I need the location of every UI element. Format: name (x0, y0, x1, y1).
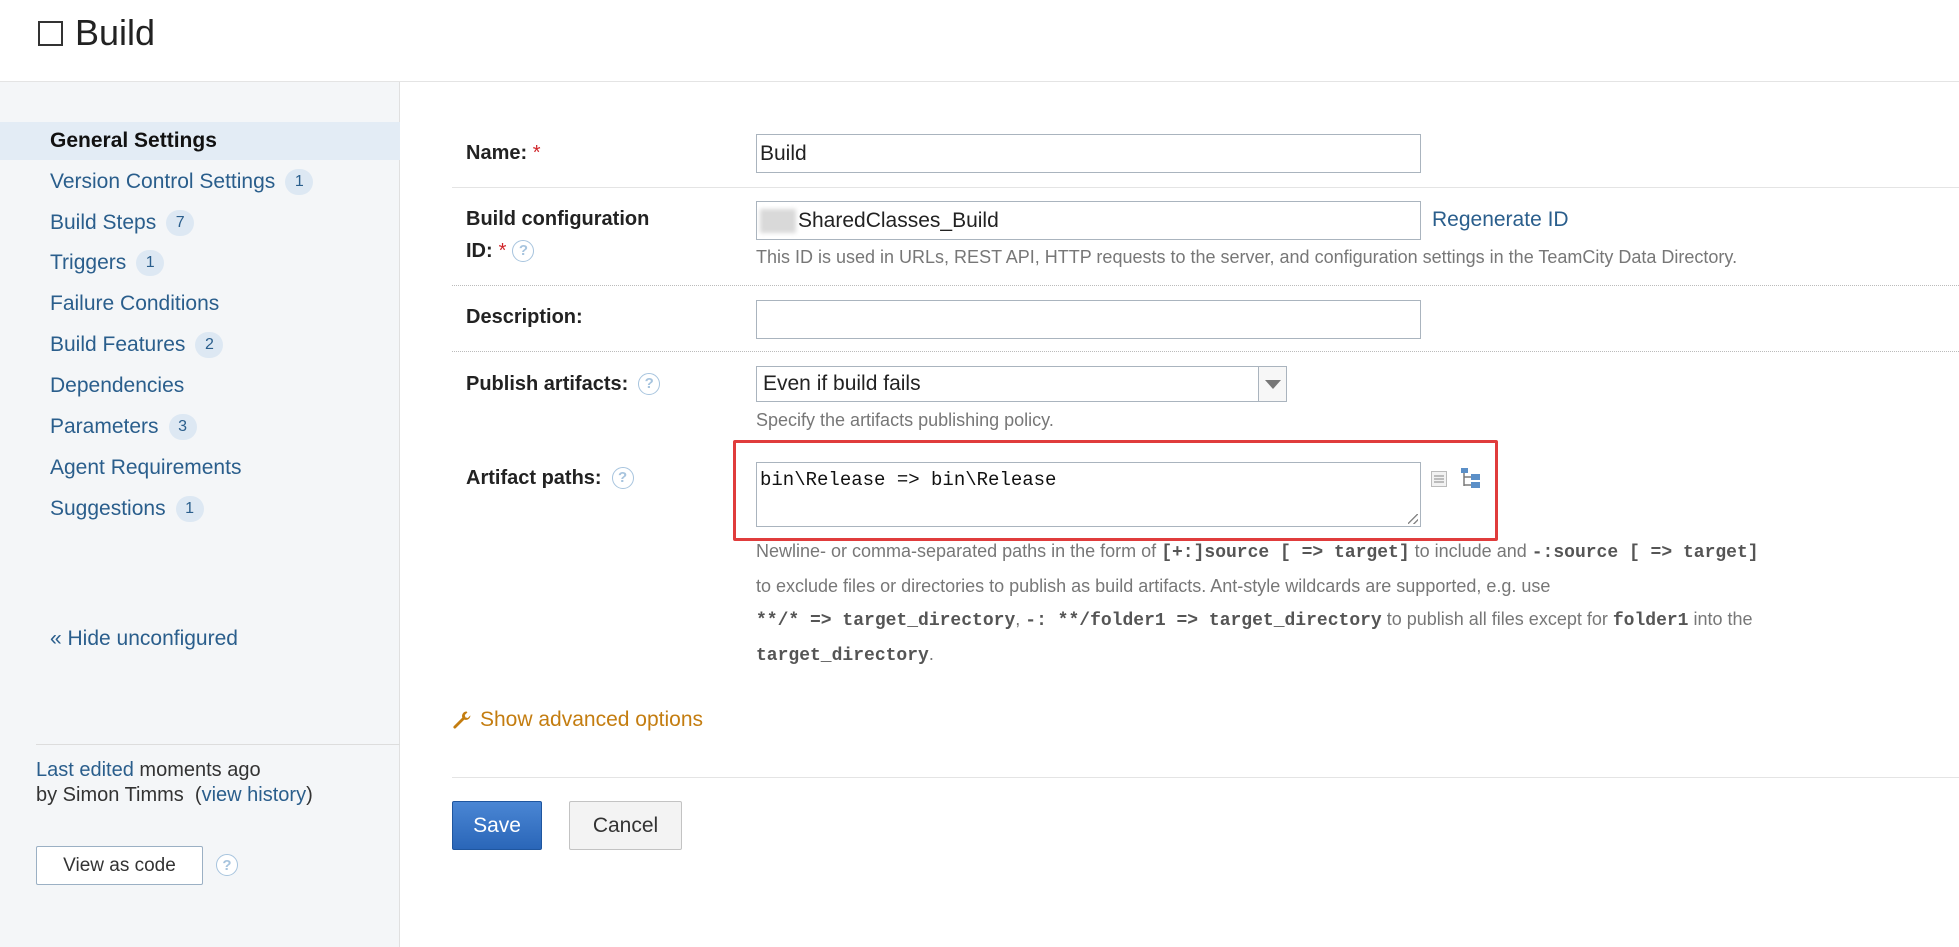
sidebar-item-suggestions[interactable]: Suggestions 1 (0, 490, 400, 528)
last-edited-by: by Simon Timms (36, 784, 184, 806)
last-edited-time: moments ago (133, 759, 261, 781)
count-badge: 1 (285, 169, 314, 195)
required-marker: * (498, 240, 507, 262)
publish-artifacts-label: Publish artifacts: ? (466, 368, 661, 400)
tree-browse-icon[interactable] (1459, 466, 1483, 490)
chevron-down-icon[interactable] (1258, 367, 1286, 401)
help-icon[interactable]: ? (512, 240, 535, 262)
sidebar-item-label: Build Steps (50, 211, 157, 234)
show-advanced-options-link[interactable]: Show advanced options (452, 708, 703, 732)
name-input[interactable] (756, 134, 1421, 173)
build-config-id-hint: This ID is used in URLs, REST API, HTTP … (756, 247, 1738, 267)
sidebar-divider (36, 744, 400, 745)
sidebar-item-label: Triggers (50, 251, 127, 274)
last-edited-info: Last edited moments ago by Simon Timms (… (36, 759, 313, 806)
sidebar-item-general-settings[interactable]: General Settings (0, 122, 400, 160)
resize-handle[interactable] (1408, 514, 1418, 524)
sidebar-item-dependencies[interactable]: Dependencies (0, 367, 400, 405)
sidebar-item-label: Version Control Settings (50, 170, 276, 193)
description-label: Description: (466, 306, 583, 328)
page-title: Build (75, 12, 156, 53)
sidebar-item-parameters[interactable]: Parameters 3 (0, 408, 400, 446)
page-header: Build (0, 0, 1959, 82)
publish-artifacts-hint: Specify the artifacts publishing policy. (756, 410, 1054, 430)
count-badge: 2 (195, 332, 224, 358)
required-marker: * (532, 142, 541, 164)
build-config-id-input[interactable]: SharedClasses_Build (756, 201, 1421, 240)
build-checkbox-icon (38, 21, 63, 46)
sidebar-item-label: Suggestions (50, 497, 166, 520)
description-input[interactable] (756, 300, 1421, 339)
artifact-paths-hint: Newline- or comma-separated paths in the… (756, 541, 1759, 666)
sidebar-item-label: Failure Conditions (50, 292, 220, 315)
row-divider (452, 777, 1959, 778)
text-editor-icon[interactable] (1430, 470, 1448, 488)
row-divider (452, 187, 1959, 188)
build-config-id-label: Build configuration ID: * ? (466, 203, 649, 267)
help-icon[interactable]: ? (216, 854, 238, 876)
count-badge: 3 (168, 414, 197, 440)
sidebar-item-agent-requirements[interactable]: Agent Requirements (0, 449, 400, 487)
wrench-icon (453, 711, 471, 729)
hide-unconfigured-link[interactable]: « Hide unconfigured (50, 627, 238, 651)
sidebar-item-triggers[interactable]: Triggers 1 (0, 244, 400, 282)
sidebar-item-build-features[interactable]: Build Features 2 (0, 326, 400, 364)
count-badge: 1 (175, 496, 204, 522)
count-badge: 7 (166, 210, 195, 236)
last-edited-link[interactable]: Last edited (36, 759, 134, 781)
view-as-code-button[interactable]: View as code (36, 846, 203, 885)
artifact-paths-label: Artifact paths: ? (466, 462, 634, 494)
sidebar-item-failure-conditions[interactable]: Failure Conditions (0, 285, 400, 323)
sidebar-item-label: Parameters (50, 415, 159, 438)
help-icon[interactable]: ? (638, 373, 661, 395)
help-icon[interactable]: ? (611, 467, 634, 489)
count-badge: 1 (136, 250, 165, 276)
sidebar-item-version-control-settings[interactable]: Version Control Settings 1 (0, 163, 400, 201)
sidebar: General Settings Version Control Setting… (0, 82, 400, 947)
sidebar-item-label: Build Features (50, 333, 186, 356)
regenerate-id-link[interactable]: Regenerate ID (1432, 208, 1569, 232)
row-divider (452, 285, 1959, 286)
cancel-button[interactable]: Cancel (569, 801, 682, 850)
save-button[interactable]: Save (452, 801, 542, 850)
sidebar-item-build-steps[interactable]: Build Steps 7 (0, 204, 400, 242)
sidebar-item-label: Agent Requirements (50, 456, 242, 479)
publish-artifacts-select[interactable]: Even if build fails (756, 366, 1287, 402)
sidebar-item-label: General Settings (50, 129, 217, 152)
row-divider (452, 351, 1959, 352)
name-label: Name: * (466, 142, 541, 164)
artifact-paths-textarea[interactable]: bin\Release => bin\Release (756, 462, 1421, 527)
redacted-project-prefix (760, 208, 796, 233)
sidebar-item-label: Dependencies (50, 374, 185, 397)
view-history-link[interactable]: view history (202, 784, 306, 806)
